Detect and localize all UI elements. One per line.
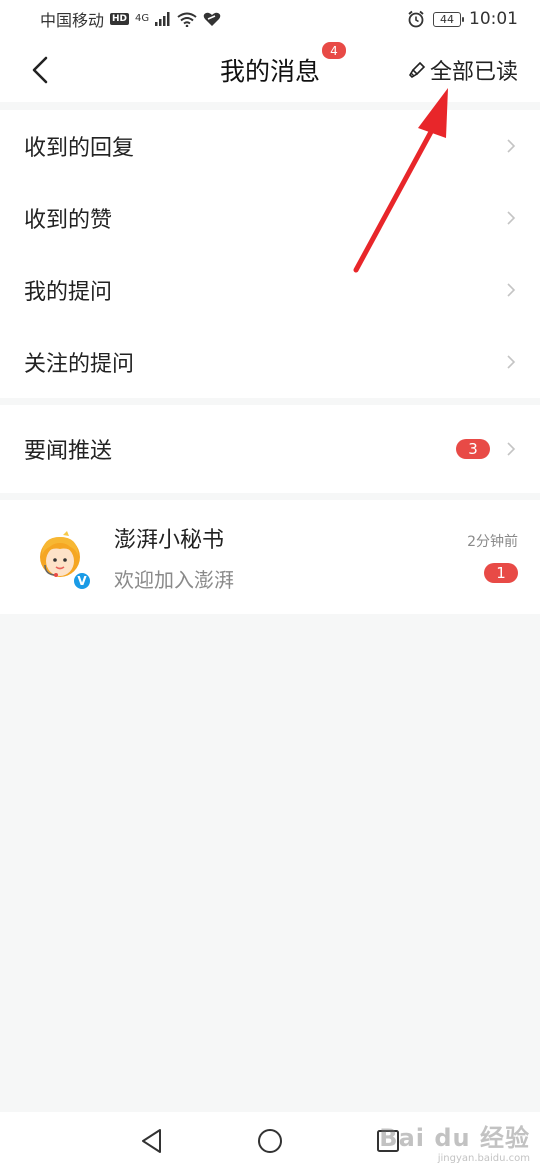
clock-time: 10:01 [469,9,518,29]
page-title: 我的消息 [219,57,320,86]
list-item-label: 我的提问 [24,280,113,305]
list-item-received-replies[interactable]: 收到的回复 [0,110,540,182]
list-item-label: 收到的回复 [24,136,135,161]
news-push-count-badge: 3 [456,439,490,459]
network-label: 4G [135,13,150,24]
news-push-section: 要闻推送 3 [0,405,540,493]
conversation-unread-badge: 1 [484,563,518,583]
conversation-preview: 欢迎加入澎湃 [114,567,234,592]
list-item-label: 收到的赞 [24,208,113,233]
alarm-clock-icon [407,10,425,28]
list-item-news-push[interactable]: 要闻推送 3 [0,405,540,493]
watermark-logo: Bai du 经验 [379,1124,530,1152]
unread-count-badge: 4 [322,42,346,59]
avatar: V [30,527,92,591]
system-back-button[interactable] [137,1126,167,1156]
chevron-right-icon [507,139,516,153]
conversation-name: 澎湃小秘书 [114,527,225,553]
hd-badge: HD [110,13,130,25]
list-item-my-questions[interactable]: 我的提问 [0,254,540,326]
list-item-followed-questions[interactable]: 关注的提问 [0,326,540,398]
chevron-right-icon [507,211,516,225]
header-bar: 我的消息 4 全部已读 [0,38,540,102]
mark-all-read-button[interactable]: 全部已读 [408,38,518,102]
system-home-button[interactable] [255,1126,285,1156]
broom-icon [408,61,426,79]
status-bar: 中国移动 HD 4G 44 10:01 [0,0,540,38]
heart-link-icon [203,12,221,27]
chevron-right-icon [507,442,516,456]
watermark-url: jingyan.baidu.com [437,1153,530,1164]
conversation-item[interactable]: V 澎湃小秘书 欢迎加入澎湃 2分钟前 1 [0,500,540,614]
watermark: Bai du 经验 jingyan.baidu.com [379,1118,530,1164]
triangle-back-icon [142,1129,161,1153]
conversation-list: V 澎湃小秘书 欢迎加入澎湃 2分钟前 1 [0,500,540,614]
signal-icon [155,12,171,26]
chevron-right-icon [507,355,516,369]
conversation-timestamp: 2分钟前 [467,534,518,550]
list-item-label: 要闻推送 [24,439,113,464]
carrier-label: 中国移动 [40,11,105,30]
list-item-received-likes[interactable]: 收到的赞 [0,182,540,254]
list-item-label: 关注的提问 [24,352,135,377]
wifi-icon [177,12,197,27]
message-category-list: 收到的回复 收到的赞 我的提问 关注的提问 [0,110,540,398]
verified-badge: V [72,571,92,591]
circle-home-icon [258,1129,282,1153]
mark-all-read-label: 全部已读 [429,60,518,85]
battery-indicator: 44 [433,11,464,27]
chevron-right-icon [507,283,516,297]
